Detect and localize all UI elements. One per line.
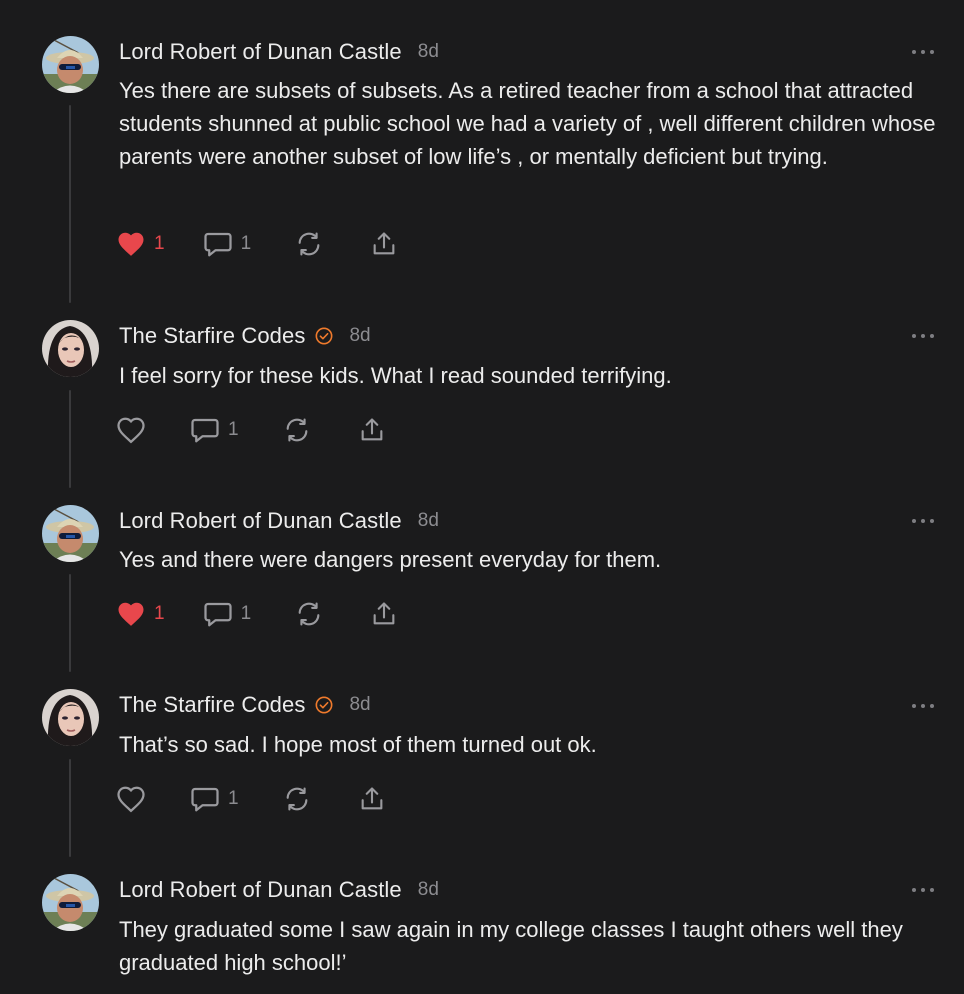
like-button[interactable]	[116, 416, 154, 444]
comment-text: Yes there are subsets of subsets. As a r…	[119, 78, 936, 169]
author-name[interactable]: Lord Robert of Dunan Castle	[119, 39, 402, 65]
heart-icon	[118, 602, 144, 626]
more-options-button[interactable]	[912, 331, 934, 341]
timestamp[interactable]: 8d	[349, 325, 370, 347]
avatar[interactable]	[42, 874, 99, 931]
more-dot	[921, 50, 925, 54]
comment-header: The Starfire Codes 8d	[119, 321, 371, 351]
reply-button[interactable]: 1	[190, 785, 239, 813]
more-dot	[930, 334, 934, 338]
more-dot	[921, 334, 925, 338]
share-upload-icon	[361, 418, 382, 441]
heart-icon	[118, 232, 144, 256]
more-dots-icon	[912, 888, 916, 892]
restack-button[interactable]	[295, 230, 323, 258]
more-dot	[930, 888, 934, 892]
reply-count: 1	[240, 603, 252, 624]
action-bar: 1 1	[116, 599, 398, 629]
more-options-button[interactable]	[912, 701, 934, 711]
more-options-button[interactable]	[912, 885, 934, 895]
restack-button[interactable]	[283, 416, 311, 444]
more-dot	[930, 50, 934, 54]
more-dots-icon	[912, 334, 916, 338]
like-button[interactable]: 1	[116, 230, 165, 258]
timestamp[interactable]: 8d	[418, 41, 439, 63]
reply-count: 1	[228, 788, 239, 809]
share-upload-icon	[373, 602, 395, 625]
thread-line	[69, 574, 71, 672]
like-button[interactable]: 1	[116, 600, 165, 628]
avatar[interactable]	[42, 505, 99, 562]
verified-check-icon	[315, 327, 333, 345]
more-dots-icon	[912, 50, 916, 54]
reply-button[interactable]: 1	[190, 416, 239, 444]
restack-button[interactable]	[295, 600, 323, 628]
reply-button[interactable]: 1	[203, 230, 252, 258]
more-dot	[921, 704, 925, 708]
action-bar: 1	[116, 415, 386, 445]
restack-button[interactable]	[283, 785, 311, 813]
reply-count: 1	[228, 419, 239, 440]
action-bar: 1	[116, 784, 386, 814]
more-options-button[interactable]	[912, 47, 934, 57]
share-upload-icon	[361, 787, 382, 810]
more-options-button[interactable]	[912, 516, 934, 526]
restack-arrows-icon	[286, 418, 307, 442]
timestamp[interactable]: 8d	[349, 694, 370, 716]
avatar[interactable]	[42, 320, 99, 377]
like-button[interactable]	[116, 785, 154, 813]
avatar[interactable]	[42, 36, 99, 93]
timestamp[interactable]: 8d	[418, 879, 439, 901]
more-dot	[930, 704, 934, 708]
like-count: 1	[154, 233, 165, 254]
reply-button[interactable]: 1	[203, 600, 252, 628]
restack-arrows-icon	[298, 232, 320, 256]
share-button[interactable]	[370, 230, 398, 258]
comment-header: Lord Robert of Dunan Castle 8d	[119, 506, 439, 536]
speech-bubble-icon	[203, 232, 232, 257]
timestamp[interactable]: 8d	[418, 510, 439, 532]
speech-bubble-icon	[191, 418, 219, 443]
more-dot	[921, 519, 925, 523]
comment-header: Lord Robert of Dunan Castle 8d	[119, 37, 439, 67]
comment-text: I feel sorry for these kids. What I read…	[119, 363, 672, 388]
thread-line	[69, 105, 71, 303]
thread-line	[69, 759, 71, 857]
heart-icon	[117, 417, 145, 444]
author-name[interactable]: The Starfire Codes	[119, 323, 305, 349]
more-dots-icon	[912, 519, 916, 523]
author-name[interactable]: Lord Robert of Dunan Castle	[119, 508, 402, 534]
share-button[interactable]	[358, 785, 386, 813]
verified-check-icon	[315, 696, 333, 714]
comment-text: Yes and there were dangers present every…	[119, 547, 662, 572]
reply-count: 1	[240, 233, 252, 254]
author-name[interactable]: Lord Robert of Dunan Castle	[119, 877, 402, 903]
speech-bubble-icon	[203, 602, 232, 627]
share-button[interactable]	[358, 416, 386, 444]
comment-text: That’s so sad. I hope most of them turne…	[119, 732, 597, 757]
speech-bubble-icon	[191, 787, 219, 812]
comment-text: They graduated some I saw again in my co…	[119, 917, 903, 975]
more-dots-icon	[912, 704, 916, 708]
share-button[interactable]	[370, 600, 398, 628]
avatar[interactable]	[42, 689, 99, 746]
like-count: 1	[154, 603, 165, 624]
thread-line	[69, 390, 71, 488]
more-dot	[921, 888, 925, 892]
share-upload-icon	[373, 232, 395, 255]
comment-header: Lord Robert of Dunan Castle 8d	[119, 875, 439, 905]
comment-header: The Starfire Codes 8d	[119, 690, 371, 720]
more-dot	[930, 519, 934, 523]
restack-arrows-icon	[286, 787, 307, 811]
restack-arrows-icon	[298, 602, 320, 626]
heart-icon	[117, 786, 145, 813]
author-name[interactable]: The Starfire Codes	[119, 692, 305, 718]
action-bar: 1 1	[116, 229, 398, 259]
